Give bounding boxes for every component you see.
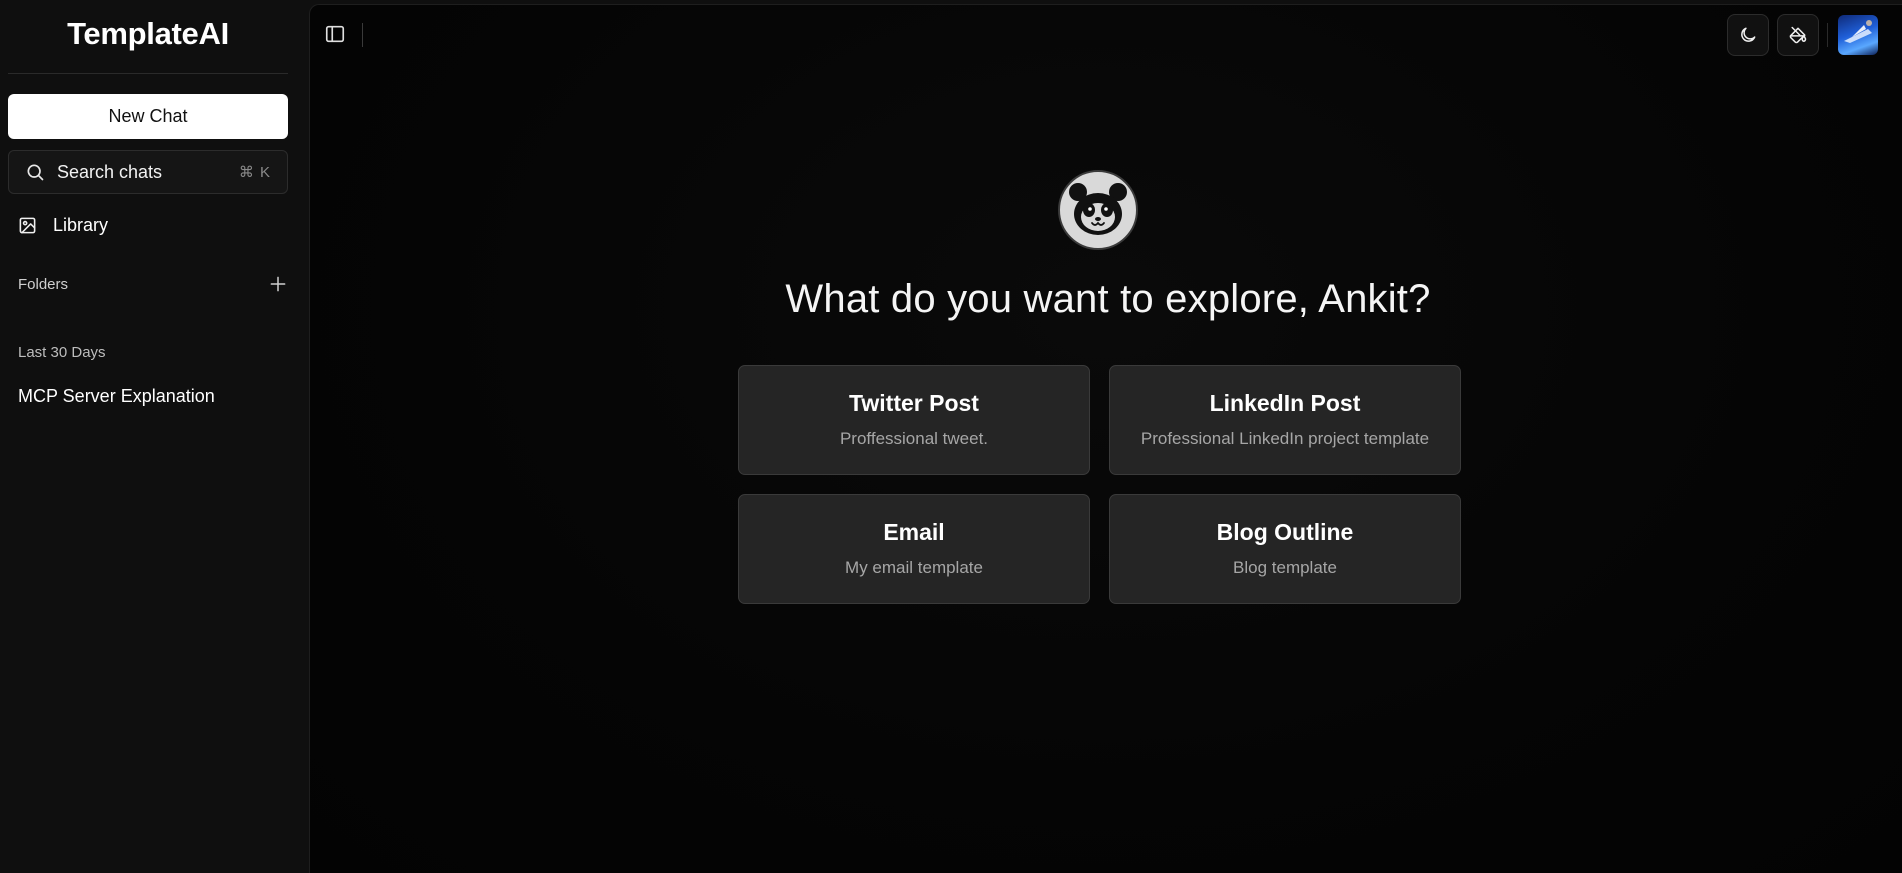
template-card-email[interactable]: Email My email template [738,494,1090,604]
template-card-linkedin-post[interactable]: LinkedIn Post Professional LinkedIn proj… [1109,365,1461,475]
recent-section-title: Last 30 Days [18,344,106,361]
user-avatar[interactable] [1838,15,1878,55]
folders-label: Folders [18,275,69,293]
topbar-divider [362,23,363,47]
template-card-title: Blog Outline [1216,519,1354,545]
template-card-description: Proffessional tweet. [839,429,989,448]
image-icon [19,217,36,233]
template-card-description: My email template [845,558,983,577]
page-headline: What do you want to explore, Ankit? [785,277,1431,321]
template-card-title: Twitter Post [849,390,979,416]
moon-icon [1741,27,1756,42]
avatar-image [1844,20,1872,43]
template-card-title: Email [883,519,945,545]
template-card-twitter-post[interactable]: Twitter Post Proffessional tweet. [738,365,1090,475]
folders-header: Folders [18,272,288,296]
search-chats-label: Search chats [57,161,163,182]
chat-history-item[interactable]: MCP Server Explanation [18,383,288,409]
template-card-description: Professional LinkedIn project template [1140,429,1430,448]
template-card-description: Blog template [1233,558,1337,577]
search-icon [27,164,44,181]
theme-color-button[interactable] [1777,14,1819,56]
library-label: Library [53,214,109,235]
main-panel: What do you want to explore, Ankit? Twit… [309,4,1902,873]
sidebar: TemplateAI New Chat Search chats ⌘ K Lib… [0,0,306,873]
panda-icon [1058,170,1138,250]
sidebar-item-library[interactable]: Library [18,211,288,239]
new-chat-button[interactable]: New Chat [8,94,288,139]
template-card-blog-outline[interactable]: Blog Outline Blog template [1109,494,1461,604]
search-shortcut: ⌘ K [238,164,271,181]
theme-toggle-button[interactable] [1727,14,1769,56]
plus-icon[interactable] [268,274,288,294]
search-chats-button[interactable]: Search chats ⌘ K [8,150,288,194]
sidebar-toggle-icon[interactable] [324,23,346,45]
template-card-title: LinkedIn Post [1209,390,1361,416]
paint-bucket-icon [1789,26,1807,44]
app-window: TemplateAI New Chat Search chats ⌘ K Lib… [0,0,1902,873]
brand-divider [8,73,288,74]
topbar-separator [1827,23,1828,47]
brand-title: TemplateAI [67,16,229,51]
